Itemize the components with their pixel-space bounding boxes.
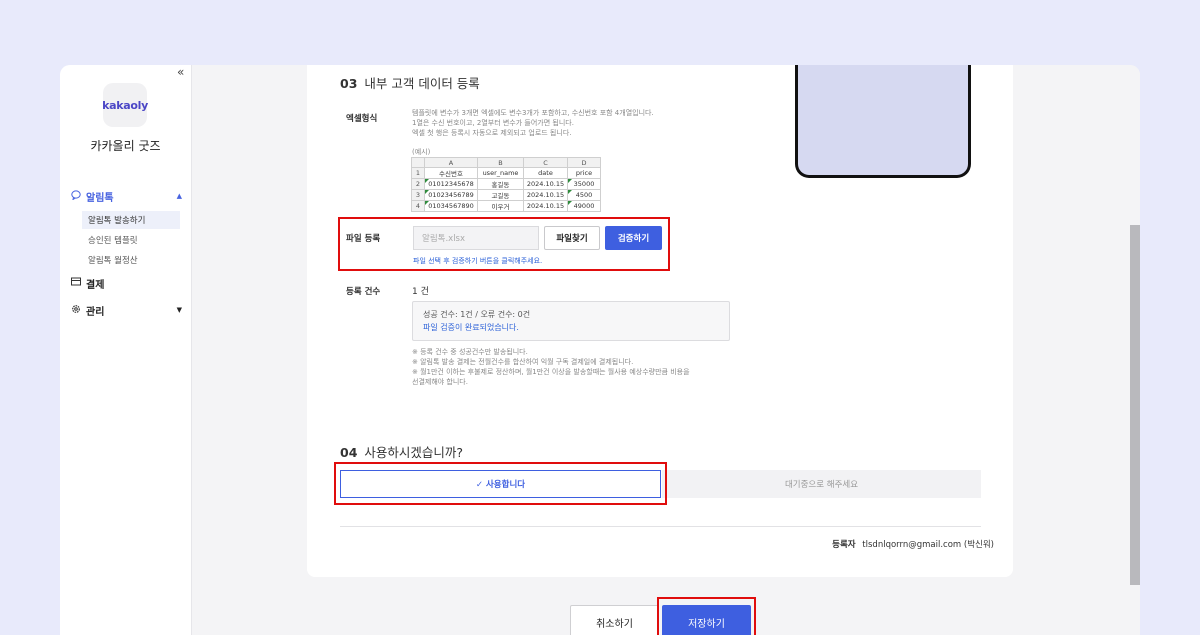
section-title-04: 04 사용하시겠습니까?	[340, 442, 463, 461]
file-hint: 파일 선택 후 검증하기 버튼을 클릭해주세요.	[413, 257, 543, 265]
section-number: 03	[340, 76, 358, 91]
file-name-input[interactable]: 알림톡.xlsx	[413, 226, 539, 250]
card-icon	[70, 277, 82, 289]
nav-group-alimtalk[interactable]: 알림톡 ▲	[70, 187, 182, 205]
scrollbar-thumb[interactable]	[1130, 225, 1140, 585]
brand-logo: kakaoly	[102, 83, 148, 127]
divider	[340, 526, 981, 527]
chat-bubble-icon	[70, 189, 82, 203]
cell-marker-icon	[425, 190, 429, 194]
sidebar-item-monthly-settlement[interactable]: 알림톡 월정산	[82, 251, 180, 269]
gear-icon	[70, 304, 82, 317]
nav-group-label: 알림톡	[86, 192, 114, 204]
footnotes: ※ 등록 건수 중 성공건수만 발송됩니다. ※ 알림톡 발송 결제는 전월건수…	[412, 348, 690, 386]
wait-option-button[interactable]: 대기중으로 해주세요	[662, 470, 981, 498]
chevron-up-icon: ▲	[176, 192, 182, 200]
cancel-button[interactable]: 취소하기	[570, 605, 659, 635]
nav-group-payment[interactable]: 결제	[70, 274, 182, 292]
table-row: 2 01012345678 홍길동 2024.10.15 35000	[411, 178, 601, 190]
cell-marker-icon	[568, 179, 572, 183]
cell-marker-icon	[425, 179, 429, 183]
table-row: 1 수신번호 user_name date price	[411, 167, 601, 179]
col-header: C	[523, 157, 568, 168]
registrant-info: 등록자 tlsdnlqorrn@gmail.com (박신워)	[832, 538, 994, 550]
col-header: D	[567, 157, 601, 168]
registrant-value: tlsdnlqorrn@gmail.com (박신워)	[862, 540, 994, 550]
col-header: A	[424, 157, 478, 168]
find-file-button[interactable]: 파일찾기	[544, 226, 600, 250]
sidebar: « kakaoly 카카올리 굿즈 알림톡 ▲ 알림톡 발송하기 승인된 템플릿…	[60, 65, 192, 635]
count-value: 1 건	[412, 287, 429, 297]
registrant-label: 등록자	[832, 540, 856, 550]
verify-button[interactable]: 검증하기	[605, 226, 662, 250]
cell-marker-icon	[568, 190, 572, 194]
section-number: 04	[340, 445, 358, 460]
nav-group-label: 결제	[86, 279, 105, 291]
excel-format-notes: 템플릿에 변수가 3개면 엑셀에도 변수3개가 포함하고, 수신번호 포함 4개…	[412, 109, 654, 137]
col-header: B	[477, 157, 524, 168]
result-counts: 성공 건수: 1건 / 오류 건수: 0건	[423, 310, 531, 319]
app-window: « kakaoly 카카올리 굿즈 알림톡 ▲ 알림톡 발송하기 승인된 템플릿…	[60, 65, 1140, 635]
sidebar-item-send-alimtalk[interactable]: 알림톡 발송하기	[82, 211, 180, 229]
chevron-down-icon: ▼	[176, 306, 182, 314]
use-option-button[interactable]: ✓ 사용합니다	[340, 470, 661, 498]
cell-marker-icon	[568, 201, 572, 205]
sidebar-item-approved-templates[interactable]: 승인된 템플릿	[82, 231, 180, 249]
excel-format-label: 엑셀형식	[346, 114, 378, 124]
cell-marker-icon	[425, 201, 429, 205]
brand-name: 카카올리 굿즈	[90, 139, 161, 153]
result-status: 파일 검증이 완료되었습니다.	[423, 323, 519, 332]
section-title-text: 내부 고객 데이터 등록	[364, 76, 480, 91]
excel-example-table: A B C D 1 수신번호 user_name date price 2 01…	[411, 157, 601, 212]
nav-group-manage[interactable]: 관리 ▼	[70, 301, 182, 319]
section-title-03: 03 내부 고객 데이터 등록	[340, 73, 480, 92]
nav-group-label: 관리	[86, 306, 105, 318]
save-button[interactable]: 저장하기	[662, 605, 751, 635]
count-label: 등록 건수	[346, 287, 381, 297]
phone-preview	[795, 65, 971, 178]
table-row: 3 01023456789 고길동 2024.10.15 4500	[411, 189, 601, 201]
table-row: 4 01034567890 이우거 2024.10.15 49000	[411, 200, 601, 212]
verification-result-box: 성공 건수: 1건 / 오류 건수: 0건 파일 검증이 완료되었습니다.	[412, 301, 730, 341]
example-label: (예시)	[412, 148, 431, 156]
section-title-text: 사용하시겠습니까?	[364, 445, 464, 460]
collapse-sidebar-icon[interactable]: «	[177, 65, 184, 79]
file-label: 파일 등록	[346, 234, 381, 244]
